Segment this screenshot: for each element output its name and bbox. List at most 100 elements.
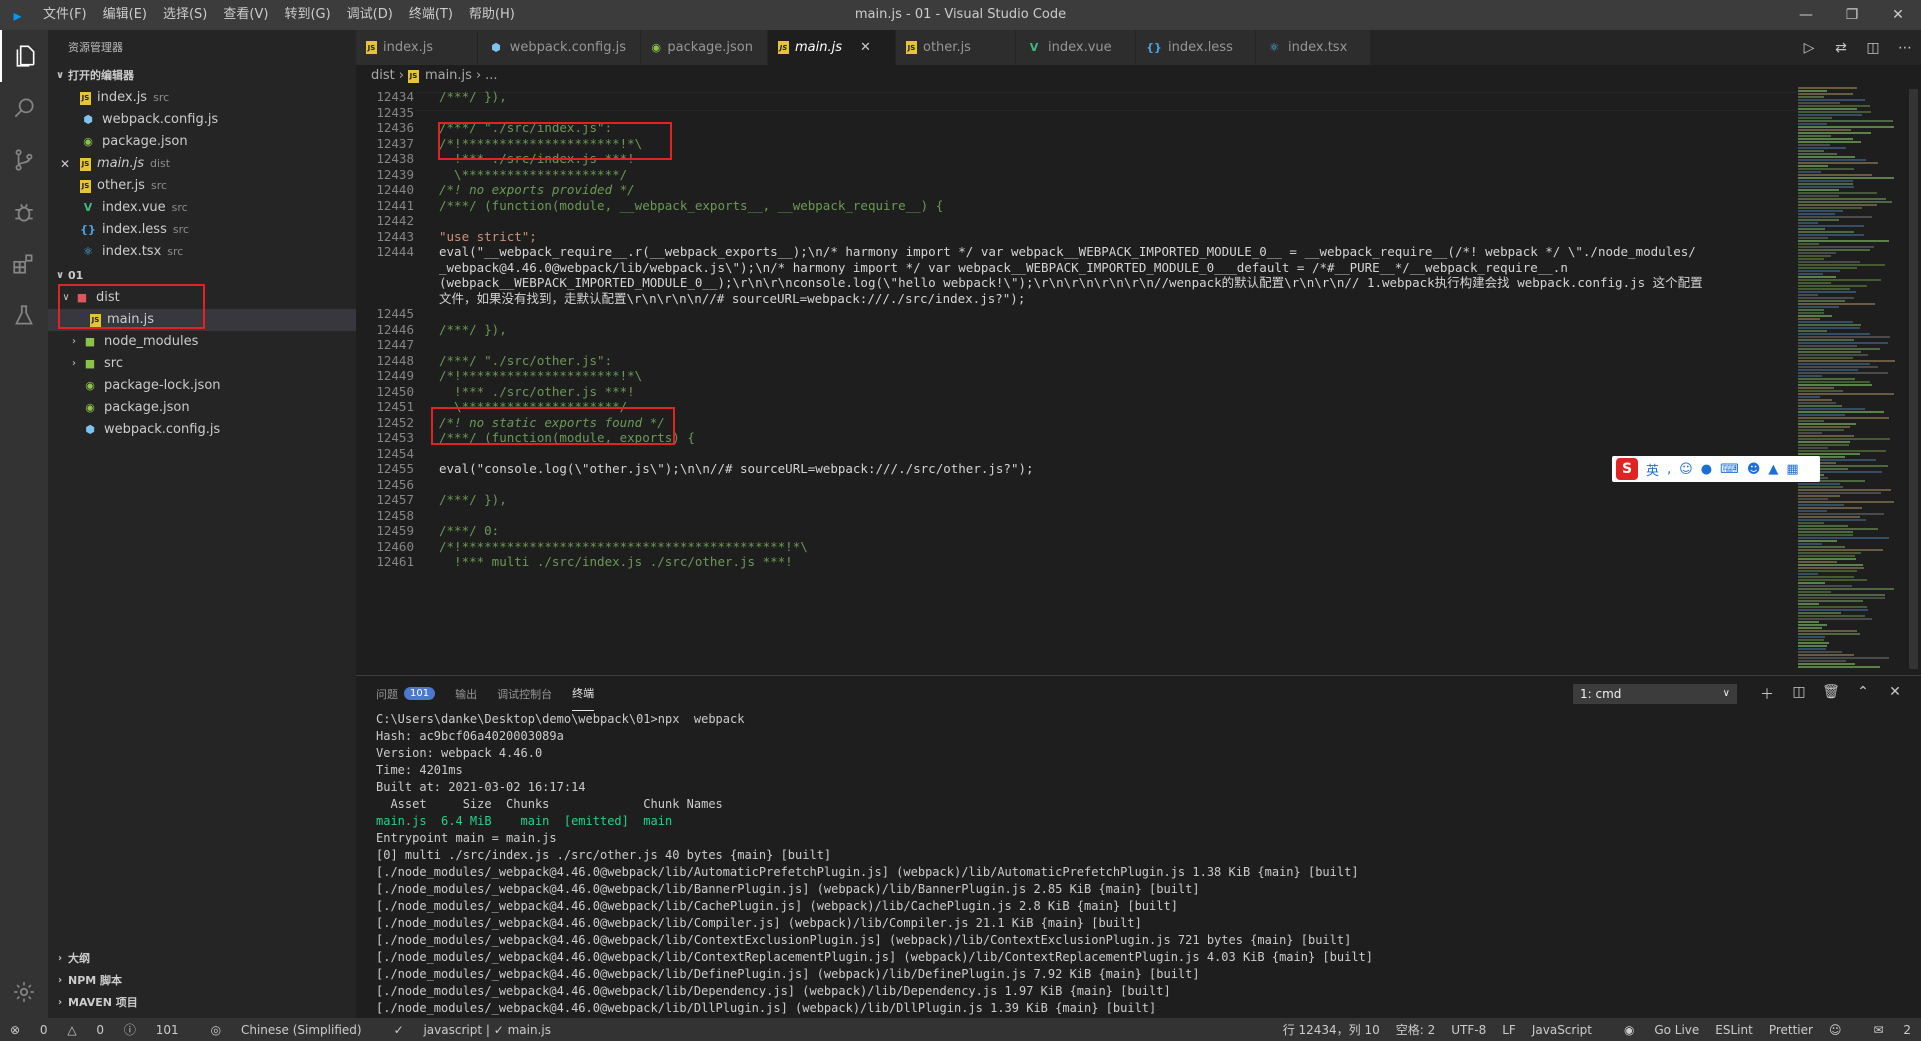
minimap-line: [1798, 309, 1824, 311]
file-package-json[interactable]: ◉ package.json: [48, 397, 356, 419]
menu-view[interactable]: 查看(V): [215, 0, 276, 30]
file-package-lock-json[interactable]: ◉ package-lock.json: [48, 375, 356, 397]
menu-file[interactable]: 文件(F): [35, 0, 95, 30]
end-of-line[interactable]: LF: [1502, 1023, 1516, 1037]
breadcrumb-more[interactable]: ...: [485, 65, 497, 87]
language-mode[interactable]: JavaScript: [1532, 1023, 1592, 1037]
minimap-line: [1798, 369, 1858, 371]
menu-debug[interactable]: 调试(D): [339, 0, 401, 30]
menu-edit[interactable]: 编辑(E): [95, 0, 155, 30]
minimap-line: [1798, 291, 1856, 293]
breadcrumb-folder[interactable]: dist: [371, 65, 395, 87]
close-window-icon[interactable]: ✕: [1875, 0, 1921, 30]
close-panel-icon[interactable]: ✕: [1879, 684, 1911, 704]
go-live-button[interactable]: ◉ Go Live: [1608, 1023, 1699, 1037]
emoji-icon[interactable]: ☺: [1679, 462, 1693, 477]
indentation[interactable]: 空格: 2: [1396, 1021, 1436, 1038]
open-editor-item[interactable]: JS other.js src: [48, 175, 356, 197]
more-actions-icon[interactable]: ⋯: [1889, 40, 1921, 56]
terminal-select[interactable]: 1: cmd ∨: [1573, 684, 1737, 704]
encoding[interactable]: UTF-8: [1451, 1023, 1486, 1037]
source-control-icon[interactable]: [0, 134, 48, 186]
split-terminal-icon[interactable]: ◫: [1783, 684, 1815, 704]
prettier-status[interactable]: Prettier: [1769, 1023, 1813, 1037]
new-terminal-icon[interactable]: ＋: [1751, 684, 1783, 704]
trash-icon[interactable]: 🗑: [1815, 684, 1847, 704]
code-editor[interactable]: 12434/***/ }), 12435 12436/***/ "./src/ind…: [356, 87, 1796, 675]
file-webpack-config-js[interactable]: ⬢ webpack.config.js: [48, 419, 356, 441]
explorer-icon[interactable]: [0, 30, 48, 82]
run-icon[interactable]: ▷: [1793, 40, 1825, 56]
compare-icon[interactable]: ⇄: [1825, 40, 1857, 56]
minimap-line: [1798, 168, 1854, 170]
menu-go[interactable]: 转到(G): [276, 0, 338, 30]
extensions-icon[interactable]: [0, 238, 48, 290]
notifications-button[interactable]: ✉ 2: [1857, 1023, 1911, 1037]
outline-section[interactable]: › 大纲: [48, 948, 356, 970]
chevron-right-icon: ›: [57, 975, 63, 986]
open-editor-item[interactable]: JS index.js src: [48, 87, 356, 109]
open-editor-item[interactable]: {} index.less src: [48, 219, 356, 241]
menu-help[interactable]: 帮助(H): [461, 0, 523, 30]
tab-terminal[interactable]: 终端: [572, 676, 595, 711]
problems-status[interactable]: ⊗ 0 △ 0 ⓘ 101: [10, 1021, 195, 1038]
split-editor-icon[interactable]: ◫: [1857, 40, 1889, 56]
folder-src[interactable]: › ■ src: [48, 353, 356, 375]
search-icon[interactable]: [0, 82, 48, 134]
settings-gear-icon[interactable]: [0, 966, 48, 1018]
language-pack-status[interactable]: ◎ Chinese (Simplified): [211, 1023, 378, 1037]
tab-output[interactable]: 输出: [455, 676, 477, 711]
ime-language[interactable]: 英: [1646, 460, 1659, 479]
breadcrumb-file[interactable]: main.js: [425, 65, 472, 87]
tab-index-tsx[interactable]: ⚛ index.tsx: [1256, 30, 1371, 65]
terminal-output[interactable]: C:\Users\danke\Desktop\demo\webpack\01>n…: [376, 711, 1906, 1017]
tab-index-js[interactable]: JS index.js: [356, 30, 478, 65]
menu-terminal[interactable]: 终端(T): [401, 0, 461, 30]
ime-toolbar[interactable]: S 英 ‚ ☺ ● ⌨ ☻ ▲ ▦: [1612, 456, 1820, 482]
punctuation-icon[interactable]: ‚: [1667, 462, 1671, 477]
tab-index-vue[interactable]: Vindex.vue: [1016, 30, 1136, 65]
open-editor-item[interactable]: V index.vue src: [48, 197, 356, 219]
eslint-status[interactable]: ESLint: [1715, 1023, 1753, 1037]
grid-menu-icon[interactable]: ▦: [1786, 462, 1798, 477]
keyboard-icon[interactable]: ⌨: [1720, 462, 1739, 477]
tab-main-js[interactable]: JS main.js ✕: [768, 30, 896, 65]
npm-scripts-section[interactable]: › NPM 脚本: [48, 970, 356, 992]
microphone-icon[interactable]: ●: [1701, 462, 1712, 477]
minimize-icon[interactable]: —: [1783, 0, 1829, 30]
minimap-line: [1798, 537, 1889, 539]
tab-package-json[interactable]: ◉ package.json: [641, 30, 768, 65]
tab-other-js[interactable]: JS other.js: [896, 30, 1016, 65]
maximize-panel-icon[interactable]: ⌃: [1847, 684, 1879, 704]
minimap[interactable]: [1796, 87, 1906, 675]
tab-index-less[interactable]: {} index.less: [1136, 30, 1256, 65]
minimap-line: [1798, 264, 1885, 266]
close-editor-icon[interactable]: ✕: [60, 153, 80, 175]
editor-scrollbar[interactable]: [1906, 87, 1921, 675]
folder-node-modules[interactable]: › ■ node_modules: [48, 331, 356, 353]
open-editor-item-active[interactable]: ✕ JS main.js dist: [48, 153, 356, 175]
minimap-line: [1798, 627, 1822, 629]
user-icon[interactable]: ☻: [1747, 462, 1761, 477]
minimap-line: [1798, 228, 1825, 230]
maven-section[interactable]: › MAVEN 项目: [48, 992, 356, 1014]
open-editor-item[interactable]: ⚛ index.tsx src: [48, 241, 356, 263]
testing-flask-icon[interactable]: [0, 290, 48, 342]
explorer-header: 资源管理器: [68, 41, 123, 54]
tab-webpack-config[interactable]: ⬢ webpack.config.js: [478, 30, 641, 65]
minimap-line: [1798, 612, 1841, 614]
feedback-icon[interactable]: ☺: [1829, 1023, 1842, 1037]
restore-icon[interactable]: ❐: [1829, 0, 1875, 30]
open-editor-item[interactable]: ⬢ webpack.config.js: [48, 109, 356, 131]
tab-debug-console[interactable]: 调试控制台: [497, 676, 552, 711]
lint-status[interactable]: ✓ javascript | ✓ main.js: [394, 1023, 567, 1037]
menu-selection[interactable]: 选择(S): [155, 0, 215, 30]
cursor-position[interactable]: 行 12434，列 10: [1283, 1021, 1380, 1038]
tab-problems[interactable]: 问题 101: [376, 676, 436, 711]
open-editors-section[interactable]: ∨ 打开的编辑器: [48, 65, 356, 87]
debug-icon[interactable]: [0, 186, 48, 238]
close-tab-icon[interactable]: ✕: [860, 40, 871, 55]
minimap-line: [1798, 657, 1889, 659]
open-editor-item[interactable]: ◉ package.json: [48, 131, 356, 153]
skin-icon[interactable]: ▲: [1768, 462, 1778, 477]
